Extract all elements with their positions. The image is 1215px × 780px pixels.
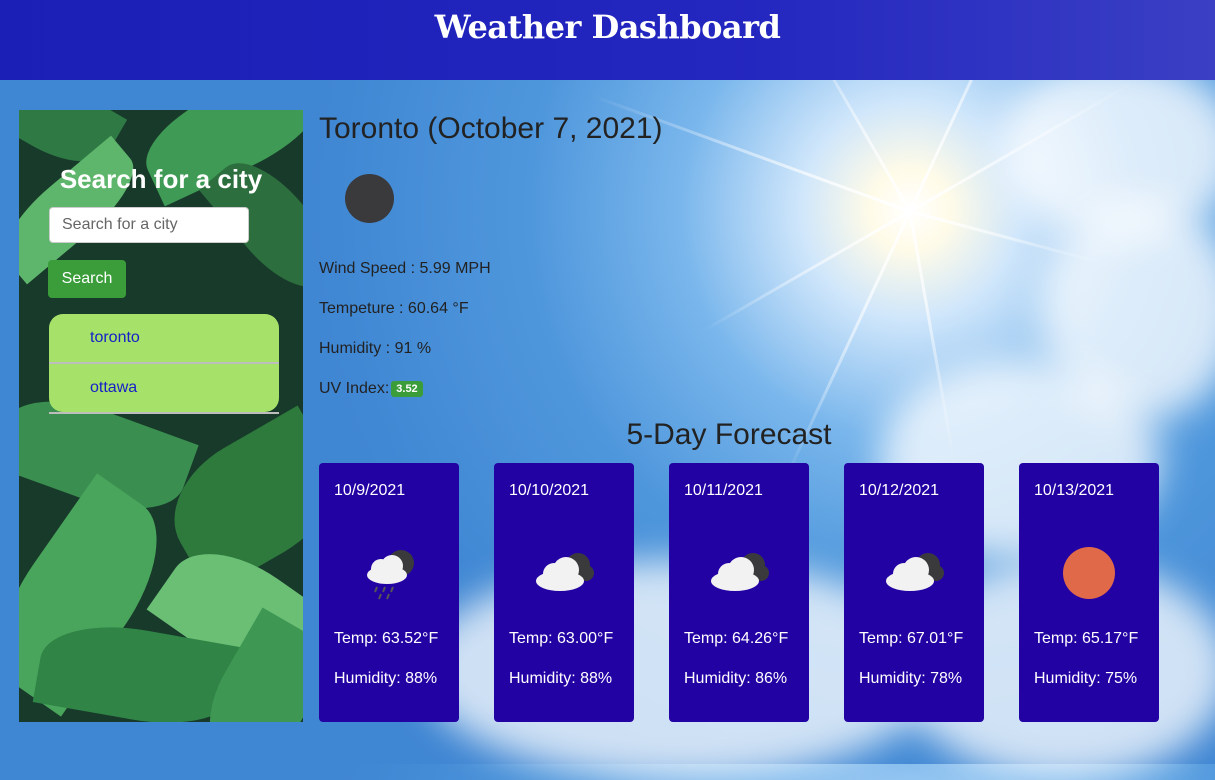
forecast-card: 10/13/2021 Temp: 65.17°F Humidity: 75%: [1019, 463, 1159, 722]
uv-label: UV Index:: [319, 380, 390, 397]
forecast-date: 10/13/2021: [1034, 482, 1115, 499]
forecast-temp: Temp: 63.52°F: [334, 630, 439, 647]
forecast-date: 10/10/2021: [509, 482, 590, 499]
temperature: Tempeture : 60.64 °F: [319, 300, 469, 317]
current-city-title: Toronto (October 7, 2021): [319, 112, 663, 145]
cloudy-icon: [536, 553, 594, 591]
forecast-humidity: Humidity: 86%: [684, 670, 788, 687]
cloud-rain-icon: [367, 550, 414, 600]
forecast-humidity: Humidity: 88%: [509, 670, 613, 687]
cloudy-icon: [711, 553, 769, 591]
city-search-input[interactable]: [49, 207, 249, 243]
forecast-card: 10/12/2021 Temp: 67.01°F Humidity: 78%: [844, 463, 984, 722]
night-clear-icon: [345, 174, 394, 223]
forecast-humidity: Humidity: 88%: [334, 670, 438, 687]
app-title: Weather Dashboard: [434, 8, 781, 46]
search-history-list: toronto ottawa: [49, 314, 279, 414]
forecast-humidity: Humidity: 75%: [1034, 670, 1138, 687]
forecast-temp: Temp: 63.00°F: [509, 630, 614, 647]
history-item-toronto[interactable]: toronto: [49, 314, 279, 364]
forecast-temp: Temp: 65.17°F: [1034, 630, 1139, 647]
app-header: Weather Dashboard: [0, 0, 1215, 80]
forecast-card: 10/11/2021 Temp: 64.26°F Humidity: 86%: [669, 463, 809, 722]
forecast-heading: 5-Day Forecast: [626, 418, 832, 451]
forecast-humidity: Humidity: 78%: [859, 670, 963, 687]
history-item-ottawa[interactable]: ottawa: [49, 364, 279, 414]
uv-index: UV Index: 3.52: [319, 380, 423, 398]
search-sidebar: Search for a city Search toronto ottawa: [19, 110, 303, 722]
humidity: Humidity : 91 %: [319, 340, 432, 357]
wind-speed: Wind Speed : 5.99 MPH: [319, 260, 491, 277]
search-heading: Search for a city: [59, 164, 263, 194]
forecast-temp: Temp: 67.01°F: [859, 630, 964, 647]
sun-icon: [1063, 547, 1115, 599]
search-button[interactable]: Search: [48, 260, 126, 298]
forecast-date: 10/12/2021: [859, 482, 940, 499]
cloudy-icon: [886, 553, 944, 591]
uv-badge: 3.52: [391, 380, 423, 397]
forecast-date: 10/9/2021: [334, 482, 406, 499]
forecast-card: 10/9/2021 Temp: 63.52°F Humidity: 88%: [319, 463, 459, 722]
forecast-card: 10/10/2021 Temp: 63.00°F Humidity: 88%: [494, 463, 634, 722]
forecast-date: 10/11/2021: [684, 482, 763, 499]
forecast-temp: Temp: 64.26°F: [684, 630, 789, 647]
